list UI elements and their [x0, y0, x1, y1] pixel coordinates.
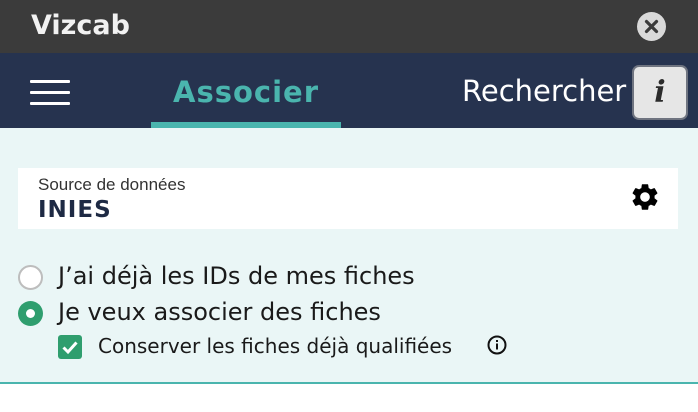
close-button[interactable]: [637, 12, 666, 41]
keep-qualified-label: Conserver les fiches déjà qualifiées: [98, 334, 453, 358]
main-panel: Source de données INIES J’ai déjà les ID…: [0, 128, 698, 384]
option-have-ids-label: J’ai déjà les IDs de mes fiches: [58, 262, 415, 290]
title-bar: Vizcab: [0, 0, 698, 53]
tab-rechercher[interactable]: Rechercher: [462, 74, 626, 108]
data-source-value: INIES: [38, 197, 112, 223]
data-source-card: Source de données INIES: [18, 168, 678, 229]
tab-associer[interactable]: Associer: [151, 53, 341, 128]
tab-associer-label: Associer: [173, 75, 319, 109]
checkmark-icon: [62, 341, 78, 355]
data-source-label: Source de données: [38, 175, 186, 194]
radio-associate[interactable]: [18, 301, 43, 326]
option-associate-label: Je veux associer des fiches: [58, 298, 381, 326]
gear-icon[interactable]: [629, 181, 661, 213]
keep-qualified-checkbox[interactable]: [58, 335, 82, 359]
hamburger-menu-icon[interactable]: [30, 80, 70, 106]
info-circle-icon[interactable]: [486, 334, 508, 356]
nav-bar: Associer Rechercher i: [0, 53, 698, 128]
radio-have-ids[interactable]: [18, 265, 43, 290]
close-icon: [644, 19, 659, 34]
bottom-divider: [0, 382, 698, 384]
app-title: Vizcab: [31, 10, 130, 41]
info-button[interactable]: i: [632, 65, 688, 120]
info-icon: i: [654, 75, 666, 110]
